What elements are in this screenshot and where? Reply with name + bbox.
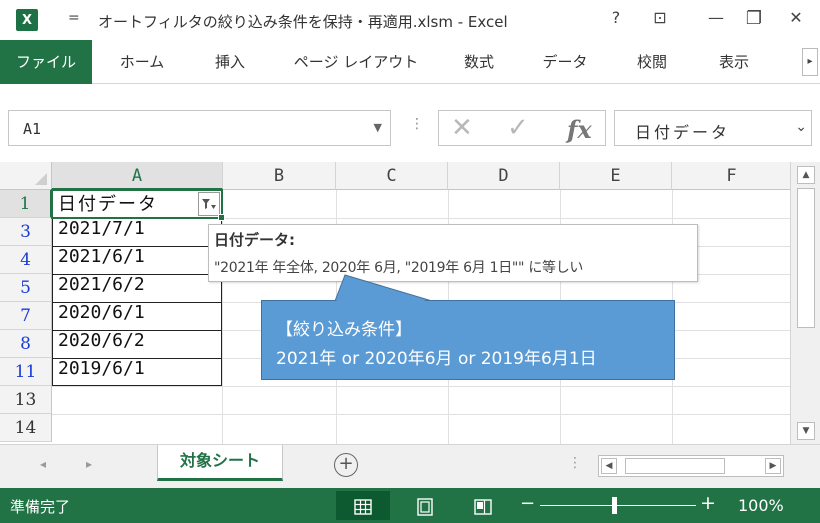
status-bar: 準備完了 − + 100% (0, 488, 820, 523)
add-sheet-button[interactable]: + (334, 453, 358, 477)
scroll-left-button[interactable]: ◀ (601, 458, 617, 474)
formula-input-value: 日付データ (635, 123, 731, 142)
normal-view-icon (354, 498, 372, 515)
sheet-nav-next-icon[interactable]: ▸ (86, 457, 92, 471)
window-title: オートフィルタの絞り込み条件を保持・再適用.xlsm - Excel (98, 13, 508, 31)
zoom-level[interactable]: 100% (738, 496, 784, 515)
tab-home[interactable]: ホーム (104, 40, 180, 84)
row-header-3[interactable]: 3 (0, 218, 52, 246)
column-header-d[interactable]: D (448, 162, 560, 190)
chevron-down-icon[interactable]: ▼ (374, 121, 382, 134)
name-box[interactable]: A1 ▼ (8, 110, 391, 146)
tab-insert[interactable]: 挿入 (196, 40, 264, 84)
name-box-value: A1 (23, 120, 42, 138)
row-header-1[interactable]: 1 (0, 190, 52, 218)
scroll-down-button[interactable]: ▼ (797, 422, 815, 440)
cell-a8[interactable]: 2020/6/2 (58, 330, 145, 358)
horizontal-scroll-thumb[interactable] (625, 458, 725, 474)
ribbon-scroll-right-button[interactable]: ▸ (802, 48, 818, 76)
select-all-button[interactable] (0, 162, 52, 190)
tooltip-body: "2021年 年全体, 2020年 6月, "2019年 6月 1日"" に等し… (214, 260, 584, 276)
column-header-a[interactable]: A (52, 162, 223, 190)
row-header-5[interactable]: 5 (0, 274, 52, 302)
enter-icon[interactable]: ✓ (507, 113, 529, 143)
tab-file[interactable]: ファイル (0, 40, 92, 84)
status-ready: 準備完了 (10, 498, 71, 516)
page-break-view-button[interactable] (456, 491, 510, 520)
zoom-slider-thumb[interactable] (612, 497, 617, 514)
callout-condition: 2021年 or 2020年6月 or 2019年6月1日 (276, 349, 597, 369)
vertical-scroll-thumb[interactable] (797, 188, 815, 328)
close-button[interactable]: ✕ (782, 8, 810, 27)
ribbon-collapsed-area (0, 84, 820, 104)
tab-formulas[interactable]: 数式 (446, 40, 512, 84)
sheet-nav-prev-icon[interactable]: ◂ (40, 457, 46, 471)
tab-view[interactable]: 表示 (702, 40, 766, 84)
formula-bar-resize-handle[interactable]: ⋮ (410, 116, 424, 132)
expand-formula-bar-icon[interactable]: ⌄ (795, 119, 807, 135)
cell-a4[interactable]: 2021/6/1 (58, 246, 145, 274)
restore-icon[interactable]: ❐ (740, 8, 768, 29)
zoom-out-button[interactable]: − (520, 493, 535, 514)
row-header-11[interactable]: 11 (0, 358, 52, 386)
ribbon-display-options-icon[interactable]: ⊡ (646, 8, 674, 27)
autofilter-dropdown-button[interactable] (198, 192, 220, 216)
row-header-8[interactable]: 8 (0, 330, 52, 358)
cell-a11[interactable]: 2019/6/1 (58, 358, 145, 386)
row-header-13[interactable]: 13 (0, 386, 52, 414)
fill-handle[interactable] (218, 214, 225, 221)
row-header-7[interactable]: 7 (0, 302, 52, 330)
tab-page-layout[interactable]: ページ レイアウト (280, 40, 432, 84)
minimize-button[interactable]: — (702, 8, 730, 27)
filter-funnel-icon (202, 199, 216, 209)
column-header-f[interactable]: F (672, 162, 790, 190)
column-header-b[interactable]: B (223, 162, 336, 190)
insert-function-icon[interactable]: fx (567, 115, 592, 144)
select-all-icon (35, 173, 47, 185)
tab-split-handle[interactable]: ⋮ (568, 455, 582, 471)
callout-heading: 【絞り込み条件】 (276, 320, 412, 340)
cell-a3[interactable]: 2021/7/1 (58, 218, 145, 246)
title-bar: X = オートフィルタの絞り込み条件を保持・再適用.xlsm - Excel ?… (0, 0, 820, 40)
grid-line (52, 386, 790, 387)
tooltip-title: 日付データ: (214, 231, 295, 249)
row-header-4[interactable]: 4 (0, 246, 52, 274)
cell-a5[interactable]: 2021/6/2 (58, 274, 145, 302)
formula-input[interactable]: 日付データ ⌄ (614, 110, 812, 146)
excel-logo-icon: X (16, 9, 38, 31)
row-header-14[interactable]: 14 (0, 414, 52, 442)
column-header-e[interactable]: E (560, 162, 672, 190)
customize-qat-icon[interactable]: = (68, 10, 80, 26)
scroll-up-button[interactable]: ▲ (797, 166, 815, 184)
tab-review[interactable]: 校閲 (620, 40, 684, 84)
page-layout-view-icon (417, 497, 433, 516)
column-header-c[interactable]: C (336, 162, 448, 190)
cell-a7[interactable]: 2020/6/1 (58, 302, 145, 330)
filter-tooltip: 日付データ: "2021年 年全体, 2020年 6月, "2019年 6月 1… (208, 224, 698, 282)
tab-data[interactable]: データ (528, 40, 602, 84)
ribbon-tabs: ファイル ホーム 挿入 ページ レイアウト 数式 データ 校閲 表示 ▸ (0, 40, 820, 84)
grid-line (52, 414, 790, 415)
page-break-view-icon (474, 498, 492, 515)
sheet-tab-bar: ◂ ▸ 対象シート + ⋮ ◀ ▶ (0, 444, 820, 488)
scroll-right-button[interactable]: ▶ (765, 458, 781, 474)
normal-view-button[interactable] (336, 491, 390, 520)
sheet-tab-target[interactable]: 対象シート (157, 445, 283, 481)
vertical-scrollbar[interactable]: ▲ ▼ (790, 162, 820, 444)
formula-buttons: ✕ ✓ fx (438, 110, 606, 146)
page-layout-view-button[interactable] (398, 491, 452, 520)
zoom-slider-track[interactable] (540, 505, 696, 506)
horizontal-scrollbar[interactable]: ◀ ▶ (598, 455, 784, 477)
cancel-icon[interactable]: ✕ (451, 113, 473, 143)
filter-condition-callout: 【絞り込み条件】 2021年 or 2020年6月 or 2019年6月1日 (261, 300, 675, 380)
help-icon[interactable]: ? (602, 8, 630, 27)
zoom-in-button[interactable]: + (700, 492, 716, 514)
